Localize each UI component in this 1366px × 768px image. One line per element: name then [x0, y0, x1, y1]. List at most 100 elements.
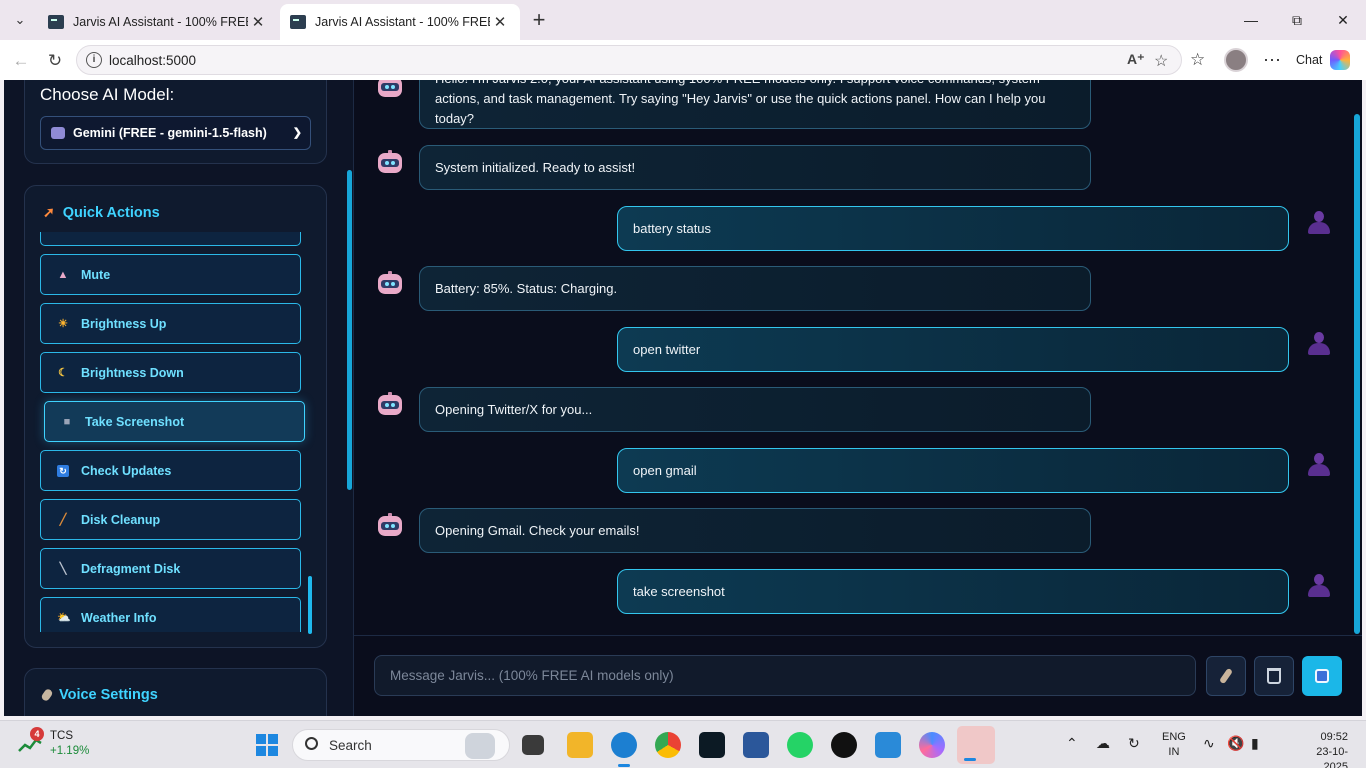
user-message: take screenshot — [617, 569, 1289, 614]
edge-browser-icon[interactable] — [611, 732, 637, 767]
voice-settings-header: Voice Settings — [40, 687, 158, 703]
jarvis-app: Choose AI Model: Gemini (FREE - gemini-1… — [4, 80, 1362, 716]
quick-action-check-updates[interactable]: ↻ Check Updates — [40, 450, 301, 491]
wrench-icon: ╲ — [59, 562, 67, 575]
browser-tab-2[interactable]: Jarvis AI Assistant - 100% FREE ✕ — [280, 4, 520, 40]
bot-message: Hello! I'm Jarvis 2.0, your AI assistant… — [419, 80, 1091, 129]
quick-actions-scrollbar[interactable] — [308, 576, 312, 634]
sidebar-scrollbar[interactable] — [347, 170, 352, 490]
quick-action-label: Defragment Disk — [81, 561, 181, 576]
send-button[interactable] — [1302, 656, 1342, 696]
favorites-icon[interactable]: ☆ — [1190, 50, 1205, 70]
send-icon — [1315, 669, 1329, 683]
new-tab-button[interactable]: + — [526, 8, 552, 34]
clock-time: 09:52 — [1320, 731, 1348, 743]
bot-avatar-icon — [377, 392, 403, 416]
quick-action-weather-info[interactable]: ⛅ Weather Info — [40, 597, 301, 632]
windows-start-icon[interactable] — [256, 734, 278, 756]
message-text: Opening Twitter/X for you... — [435, 401, 593, 417]
show-hidden-icons-chevron-icon[interactable]: ⌃ — [1066, 735, 1078, 752]
sync-icon[interactable]: ↻ — [1128, 735, 1140, 752]
language-indicator[interactable]: ENG IN — [1162, 730, 1186, 760]
favorite-star-icon[interactable]: ☆ — [1154, 51, 1168, 71]
quick-action-defragment-disk[interactable]: ╲ Defragment Disk — [40, 548, 301, 589]
wifi-icon[interactable]: ∿ — [1203, 735, 1215, 752]
broom-icon: ╱ — [59, 513, 67, 526]
message-text: System initialized. Ready to assist! — [435, 159, 636, 175]
copilot-chat-button[interactable]: Chat — [1296, 48, 1351, 72]
minimize-icon[interactable]: — — [1228, 0, 1274, 40]
chat-label: Chat — [1296, 53, 1323, 67]
message-text: open gmail — [633, 462, 697, 478]
active-app-icon[interactable] — [957, 726, 995, 764]
site-info-icon[interactable]: i — [86, 52, 102, 68]
restore-icon[interactable]: ⧉ — [1274, 0, 1320, 40]
battery-icon[interactable]: ▮ — [1251, 735, 1259, 752]
read-aloud-icon[interactable]: A⁺ — [1127, 51, 1145, 68]
close-tab-icon[interactable]: ✕ — [248, 13, 268, 31]
tab-actions-chevron-icon[interactable]: ⌄ — [6, 6, 34, 34]
close-tab-icon[interactable]: ✕ — [490, 13, 510, 31]
model-panel: Choose AI Model: Gemini (FREE - gemini-1… — [24, 80, 327, 164]
address-bar[interactable]: i localhost:5000 A⁺ ☆ — [76, 45, 1182, 75]
model-select[interactable]: Gemini (FREE - gemini-1.5-flash) ❯ — [40, 116, 311, 150]
search-label: Search — [329, 738, 372, 753]
word-icon[interactable] — [743, 732, 769, 758]
quick-action-disk-cleanup[interactable]: ╱ Disk Cleanup — [40, 499, 301, 540]
back-arrow-icon[interactable]: ← — [8, 48, 34, 74]
quick-action-brightness-up[interactable]: ☀ Brightness Up — [40, 303, 301, 344]
stock-widget[interactable]: 4 TCS +1.19% — [18, 727, 108, 763]
chevron-down-icon: ❯ — [292, 127, 302, 139]
clear-chat-button[interactable] — [1254, 656, 1294, 696]
cloud-icon[interactable]: ☁ — [1096, 735, 1110, 752]
microphone-icon — [40, 687, 54, 703]
profile-avatar[interactable] — [1224, 48, 1248, 72]
refresh-icon: ↻ — [57, 464, 69, 477]
gemini-icon[interactable] — [919, 732, 945, 758]
chat-messages[interactable]: Hello! I'm Jarvis 2.0, your AI assistant… — [354, 80, 1362, 635]
refresh-icon[interactable]: ↻ — [42, 48, 68, 74]
robot-icon — [51, 127, 65, 139]
quick-actions-list[interactable]: ▲ Mute ☀ Brightness Up ☾ Brightness Down… — [25, 232, 326, 632]
search-highlight-image — [465, 733, 495, 759]
speaker-muted-icon[interactable]: 🔇 — [1227, 735, 1244, 752]
bot-avatar-icon — [377, 80, 403, 98]
taskbar-search[interactable]: Search — [292, 729, 510, 761]
quick-action-label: Mute — [81, 267, 111, 282]
chatgpt-icon[interactable] — [831, 732, 857, 758]
copilot-icon — [1330, 50, 1351, 70]
bot-message: System initialized. Ready to assist! — [419, 145, 1091, 190]
url-text[interactable]: localhost:5000 — [109, 53, 196, 68]
sidebar: Choose AI Model: Gemini (FREE - gemini-1… — [4, 80, 354, 716]
user-message: open gmail — [617, 448, 1289, 493]
terminal-favicon-icon — [290, 15, 306, 29]
sun-icon: ☀ — [58, 317, 68, 330]
task-view-icon[interactable] — [522, 735, 544, 755]
chrome-icon[interactable] — [655, 732, 681, 758]
voice-input-button[interactable] — [1206, 656, 1246, 696]
message-text: open twitter — [633, 341, 701, 357]
message-text: Battery: 85%. Status: Charging. — [435, 280, 618, 296]
browser-tab-1[interactable]: Jarvis AI Assistant - 100% FREE ✕ — [38, 4, 278, 40]
message-input[interactable] — [374, 655, 1196, 696]
whatsapp-icon[interactable] — [787, 732, 813, 758]
clock-date: 23-10-2025 — [1316, 746, 1348, 768]
more-menu-icon[interactable]: ⋯ — [1263, 50, 1281, 71]
user-avatar-icon — [1308, 453, 1330, 477]
moon-icon: ☾ — [58, 366, 68, 379]
lightning-icon: ➚ — [43, 204, 55, 220]
system-clock[interactable]: 09:52 23-10-2025 — [1306, 730, 1348, 768]
quick-action-label: Disk Cleanup — [81, 512, 161, 527]
weather-icon: ⛅ — [57, 611, 71, 624]
microphone-icon — [1218, 667, 1234, 685]
quick-action-partial-button[interactable] — [40, 232, 301, 246]
chat-scrollbar[interactable] — [1354, 114, 1360, 634]
quick-action-take-screenshot[interactable]: ■ Take Screenshot — [44, 401, 305, 442]
window-close-icon[interactable]: ✕ — [1320, 0, 1366, 40]
quick-action-brightness-down[interactable]: ☾ Brightness Down — [40, 352, 301, 393]
file-explorer-icon[interactable] — [567, 732, 593, 758]
quick-action-mute[interactable]: ▲ Mute — [40, 254, 301, 295]
app-launcher-icon[interactable] — [699, 732, 725, 758]
vscode-icon[interactable] — [875, 732, 901, 758]
model-select-value: Gemini (FREE - gemini-1.5-flash) — [73, 126, 267, 140]
